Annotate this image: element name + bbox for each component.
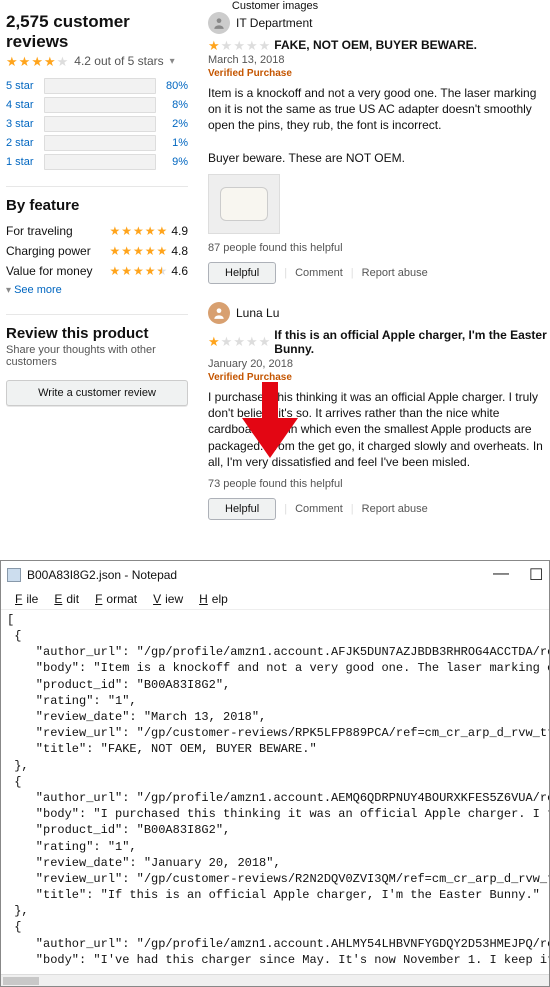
- notepad-icon: [7, 568, 21, 582]
- rating-bar-label: 4 star: [6, 99, 38, 111]
- feature-score: 4.6: [171, 264, 188, 278]
- rating-bar-row[interactable]: 1 star 9%: [6, 154, 188, 170]
- rating-bar-label: 2 star: [6, 137, 38, 149]
- notepad-scrollbar[interactable]: [1, 974, 549, 986]
- notepad-menu-item[interactable]: Help: [191, 591, 232, 607]
- rating-bar-pct: 80%: [162, 80, 188, 92]
- rating-bar-label: 5 star: [6, 80, 38, 92]
- feature-name: For traveling: [6, 224, 73, 238]
- rating-bar-pct: 2%: [162, 118, 188, 130]
- feature-name: Charging power: [6, 244, 91, 258]
- review-title[interactable]: FAKE, NOT OEM, BUYER BEWARE.: [274, 38, 477, 52]
- helpful-button[interactable]: Helpful: [208, 262, 276, 284]
- notepad-menu-item[interactable]: File: [7, 591, 42, 607]
- notepad-menu-item[interactable]: Format: [87, 591, 141, 607]
- feature-row: Value for money ★★★★★ 4.6: [6, 264, 188, 278]
- customer-images-header: Customer images: [0, 0, 550, 12]
- notepad-menu-item[interactable]: Edit: [46, 591, 83, 607]
- rating-bar-track: [44, 135, 156, 151]
- rating-bar-row[interactable]: 4 star 8%: [6, 97, 188, 113]
- summary-panel: 2,575 customer reviews ★★★★★ 4.2 out of …: [0, 12, 198, 538]
- write-review-button[interactable]: Write a customer review: [6, 380, 188, 406]
- by-feature-title: By feature: [6, 197, 188, 214]
- comment-link[interactable]: Comment: [295, 503, 343, 515]
- rating-bar-pct: 8%: [162, 99, 188, 111]
- rating-bar-track: [44, 78, 156, 94]
- rating-bar-label: 1 star: [6, 156, 38, 168]
- avg-stars-row[interactable]: ★★★★★ 4.2 out of 5 stars ▾: [6, 54, 188, 68]
- feature-score: 4.8: [171, 244, 188, 258]
- feature-name: Value for money: [6, 264, 93, 278]
- avatar[interactable]: [208, 302, 230, 324]
- report-abuse-link[interactable]: Report abuse: [362, 503, 428, 515]
- review-title[interactable]: If this is an official Apple charger, I'…: [274, 328, 550, 356]
- notepad-body[interactable]: [ { "author_url": "/gp/profile/amzn1.acc…: [1, 610, 549, 974]
- review-stars: ★★★★★: [208, 335, 270, 348]
- see-more-link[interactable]: ▾ See more: [6, 284, 188, 296]
- review-date: January 20, 2018: [208, 358, 550, 370]
- feature-stars: ★★★★★: [109, 245, 167, 257]
- rating-bar-track: [44, 154, 156, 170]
- rating-bar-track: [44, 97, 156, 113]
- helpful-button[interactable]: Helpful: [208, 498, 276, 520]
- rating-bar-row[interactable]: 2 star 1%: [6, 135, 188, 151]
- review-count: 2,575 customer reviews: [6, 12, 188, 52]
- verified-purchase-badge: Verified Purchase: [208, 68, 550, 79]
- review-author[interactable]: Luna Lu: [236, 306, 279, 320]
- notepad-menu-item[interactable]: View: [145, 591, 187, 607]
- rating-bar-row[interactable]: 3 star 2%: [6, 116, 188, 132]
- review-date: March 13, 2018: [208, 54, 550, 66]
- feature-row: For traveling ★★★★★ 4.9: [6, 224, 188, 238]
- maximize-button[interactable]: ☐: [529, 565, 543, 585]
- avg-text: 4.2 out of 5 stars: [74, 54, 163, 68]
- chevron-down-icon: ▾: [170, 56, 175, 67]
- notepad-titlebar: B00A83I8G2.json - Notepad — ☐: [1, 561, 549, 589]
- report-abuse-link[interactable]: Report abuse: [362, 267, 428, 279]
- comment-link[interactable]: Comment: [295, 267, 343, 279]
- minimize-button[interactable]: —: [493, 565, 507, 585]
- feature-stars: ★★★★★: [109, 225, 167, 237]
- review: IT Department ★★★★★ FAKE, NOT OEM, BUYER…: [208, 12, 550, 284]
- rating-bar-track: [44, 116, 156, 132]
- helpful-count: 87 people found this helpful: [208, 242, 550, 254]
- review-image[interactable]: [208, 174, 280, 234]
- feature-row: Charging power ★★★★★ 4.8: [6, 244, 188, 258]
- scrollbar-thumb[interactable]: [3, 977, 39, 985]
- avg-stars: ★★★★★: [6, 55, 68, 68]
- rating-bar-label: 3 star: [6, 118, 38, 130]
- notepad-menu: FileEditFormatViewHelp: [1, 589, 549, 610]
- rating-bar-row[interactable]: 5 star 80%: [6, 78, 188, 94]
- helpful-count: 73 people found this helpful: [208, 478, 550, 490]
- review-this-title: Review this product: [6, 325, 188, 342]
- red-arrow-icon: [230, 382, 310, 465]
- feature-score: 4.9: [171, 224, 188, 238]
- avatar[interactable]: [208, 12, 230, 34]
- review-body: Item is a knockoff and not a very good o…: [208, 85, 550, 166]
- rating-bar-pct: 9%: [162, 156, 188, 168]
- rating-bar-pct: 1%: [162, 137, 188, 149]
- notepad-window: B00A83I8G2.json - Notepad — ☐ FileEditFo…: [0, 560, 550, 987]
- notepad-title-text: B00A83I8G2.json - Notepad: [27, 568, 177, 582]
- review-this-subtitle: Share your thoughts with other customers: [6, 344, 188, 368]
- review-stars: ★★★★★: [208, 39, 270, 52]
- feature-stars: ★★★★★: [109, 265, 167, 277]
- review-author[interactable]: IT Department: [236, 16, 312, 30]
